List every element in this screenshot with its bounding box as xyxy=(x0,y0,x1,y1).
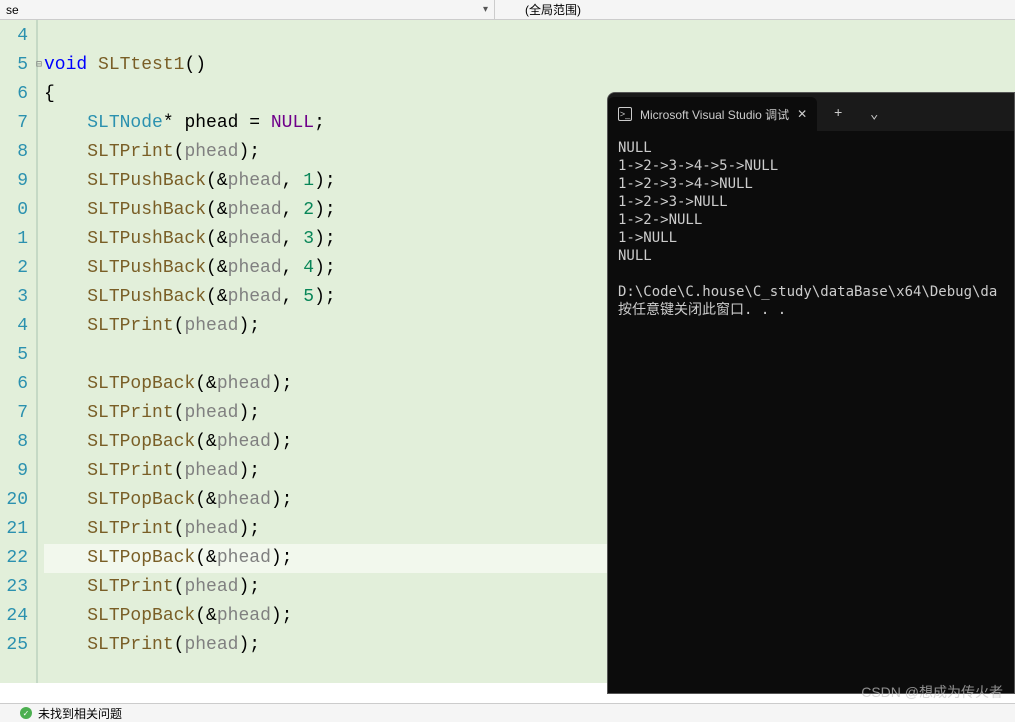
line-number: 23 xyxy=(0,573,28,602)
code-line[interactable] xyxy=(44,22,1015,51)
scope-right-text: (全局范围) xyxy=(525,1,581,18)
line-number: 0 xyxy=(0,196,28,225)
terminal-tab[interactable]: >_ Microsoft Visual Studio 调试 ✕ xyxy=(608,97,817,131)
line-number: 5 xyxy=(0,341,28,370)
code-line[interactable]: ⊟void SLTtest1() xyxy=(44,51,1015,80)
line-number: 8 xyxy=(0,428,28,457)
line-number: 6 xyxy=(0,370,28,399)
line-number: 24 xyxy=(0,602,28,631)
line-number: 7 xyxy=(0,399,28,428)
tab-menu-button[interactable]: ⌄ xyxy=(859,99,889,129)
line-number: 3 xyxy=(0,283,28,312)
line-number: 9 xyxy=(0,167,28,196)
status-bar: ✓ 未找到相关问题 xyxy=(0,703,1015,722)
scope-dropdown-right[interactable]: (全局范围) xyxy=(495,0,1015,19)
watermark: CSDN @想成为传火者 xyxy=(861,682,1003,702)
line-number: 9 xyxy=(0,457,28,486)
top-bar: se ▾ (全局范围) xyxy=(0,0,1015,20)
terminal-tab-title: Microsoft Visual Studio 调试 xyxy=(640,106,789,123)
scope-dropdown-left[interactable]: se ▾ xyxy=(0,0,495,19)
collapse-icon[interactable]: ⊟ xyxy=(36,51,46,61)
line-number: 25 xyxy=(0,631,28,660)
line-number: 8 xyxy=(0,138,28,167)
terminal-output: NULL 1->2->3->4->5->NULL 1->2->3->4->NUL… xyxy=(608,131,1014,327)
new-tab-button[interactable]: + xyxy=(823,99,853,129)
terminal-window: >_ Microsoft Visual Studio 调试 ✕ + ⌄ NULL… xyxy=(607,92,1015,694)
line-number: 21 xyxy=(0,515,28,544)
line-number: 20 xyxy=(0,486,28,515)
line-number: 4 xyxy=(0,22,28,51)
status-text: 未找到相关问题 xyxy=(38,705,122,722)
terminal-icon: >_ xyxy=(618,107,632,121)
close-icon[interactable]: ✕ xyxy=(797,107,807,121)
line-number: 1 xyxy=(0,225,28,254)
chevron-down-icon: ▾ xyxy=(483,4,488,15)
terminal-tabbar: >_ Microsoft Visual Studio 调试 ✕ + ⌄ xyxy=(608,93,1014,131)
line-number: 22 xyxy=(0,544,28,573)
line-number: 7 xyxy=(0,109,28,138)
status-ok-icon: ✓ xyxy=(20,707,32,719)
line-gutter: 4567890123456789202122232425 xyxy=(0,20,38,683)
line-number: 2 xyxy=(0,254,28,283)
scope-left-text: se xyxy=(6,3,19,17)
line-number: 4 xyxy=(0,312,28,341)
line-number: 6 xyxy=(0,80,28,109)
terminal-tab-actions: + ⌄ xyxy=(823,93,889,131)
line-number: 5 xyxy=(0,51,28,80)
